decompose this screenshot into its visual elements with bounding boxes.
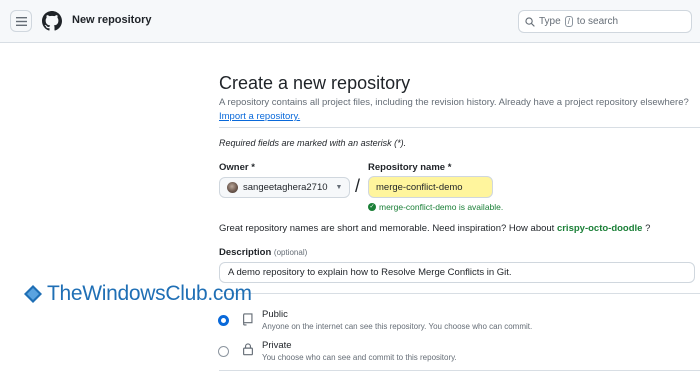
private-option-description: You choose who can see and commit to thi… <box>262 353 457 362</box>
owner-select[interactable]: sangeetaghera2710 ▼ <box>219 177 350 198</box>
divider <box>219 293 700 294</box>
import-repository-link[interactable]: Import a repository. <box>219 111 300 122</box>
public-option-title: Public <box>262 309 288 320</box>
optional-marker: (optional) <box>273 248 308 257</box>
private-radio[interactable] <box>218 346 229 357</box>
page-title: Create a new repository <box>219 73 411 93</box>
owner-value: sangeetaghera2710 <box>243 182 328 193</box>
description-input[interactable] <box>219 262 695 283</box>
owner-label: Owner * <box>219 162 255 173</box>
hamburger-menu-button[interactable] <box>10 10 32 32</box>
inspiration-text: Great repository names are short and mem… <box>219 223 555 234</box>
menu-icon <box>15 16 27 26</box>
search-suffix: to search <box>576 16 619 27</box>
inspiration-end: ? <box>645 223 651 234</box>
lock-icon <box>243 343 253 356</box>
availability-text: merge-conflict-demo is available. <box>379 202 504 212</box>
watermark: TheWindowsClub.com <box>23 281 252 307</box>
public-radio[interactable] <box>218 315 229 326</box>
watermark-logo-icon <box>24 285 42 303</box>
top-header: New repository Type / to search <box>0 0 700 43</box>
search-input[interactable]: Type / to search <box>518 10 692 33</box>
github-logo-icon[interactable] <box>42 11 62 31</box>
required-fields-note: Required fields are marked with an aster… <box>219 138 407 148</box>
page-subtitle: A repository contains all project files,… <box>219 97 689 108</box>
repo-book-icon <box>243 313 253 326</box>
divider <box>219 370 700 371</box>
search-prefix: Type <box>539 16 561 27</box>
description-label: Description (optional) <box>219 247 307 258</box>
private-option-title: Private <box>262 340 292 351</box>
availability-status: ✓ merge-conflict-demo is available. <box>368 202 503 212</box>
search-shortcut-key: / <box>564 16 573 27</box>
chevron-down-icon: ▼ <box>335 184 343 191</box>
search-icon <box>525 16 535 27</box>
description-label-text: Description <box>219 247 272 258</box>
repository-name-label: Repository name * <box>368 162 452 173</box>
owner-repo-separator: / <box>355 176 361 196</box>
check-circle-icon: ✓ <box>368 203 376 211</box>
public-option-description: Anyone on the internet can see this repo… <box>262 322 533 331</box>
header-title: New repository <box>72 14 152 26</box>
repository-name-input[interactable] <box>368 176 493 198</box>
name-inspiration: Great repository names are short and mem… <box>219 223 650 234</box>
suggested-name-link[interactable]: crispy-octo-doodle <box>557 223 643 234</box>
avatar <box>227 182 238 193</box>
divider <box>219 127 700 128</box>
watermark-text: TheWindowsClub.com <box>47 282 252 305</box>
